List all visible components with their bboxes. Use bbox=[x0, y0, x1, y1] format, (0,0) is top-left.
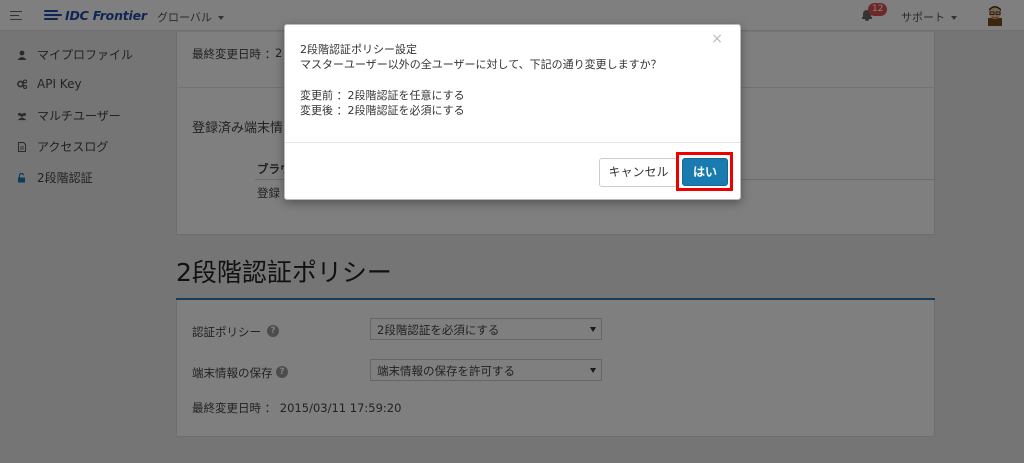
dialog-after: 変更後 ：2段階認証を必須にする bbox=[300, 104, 465, 117]
dialog-footer-divider bbox=[285, 142, 740, 143]
confirm-dialog: × 2段階認証ポリシー設定 マスターユーザー以外の全ユーザーに対して、下記の通り… bbox=[284, 24, 741, 200]
cancel-button[interactable]: キャンセル bbox=[599, 158, 678, 187]
yes-button[interactable]: はい bbox=[682, 158, 728, 186]
dialog-message: マスターユーザー以外の全ユーザーに対して、下記の通り変更しますか？ bbox=[300, 58, 662, 71]
close-icon[interactable]: × bbox=[711, 31, 723, 47]
dialog-before: 変更前 ：2段階認証を任意にする bbox=[300, 89, 465, 102]
dialog-title: 2段階認証ポリシー設定 bbox=[300, 43, 417, 56]
